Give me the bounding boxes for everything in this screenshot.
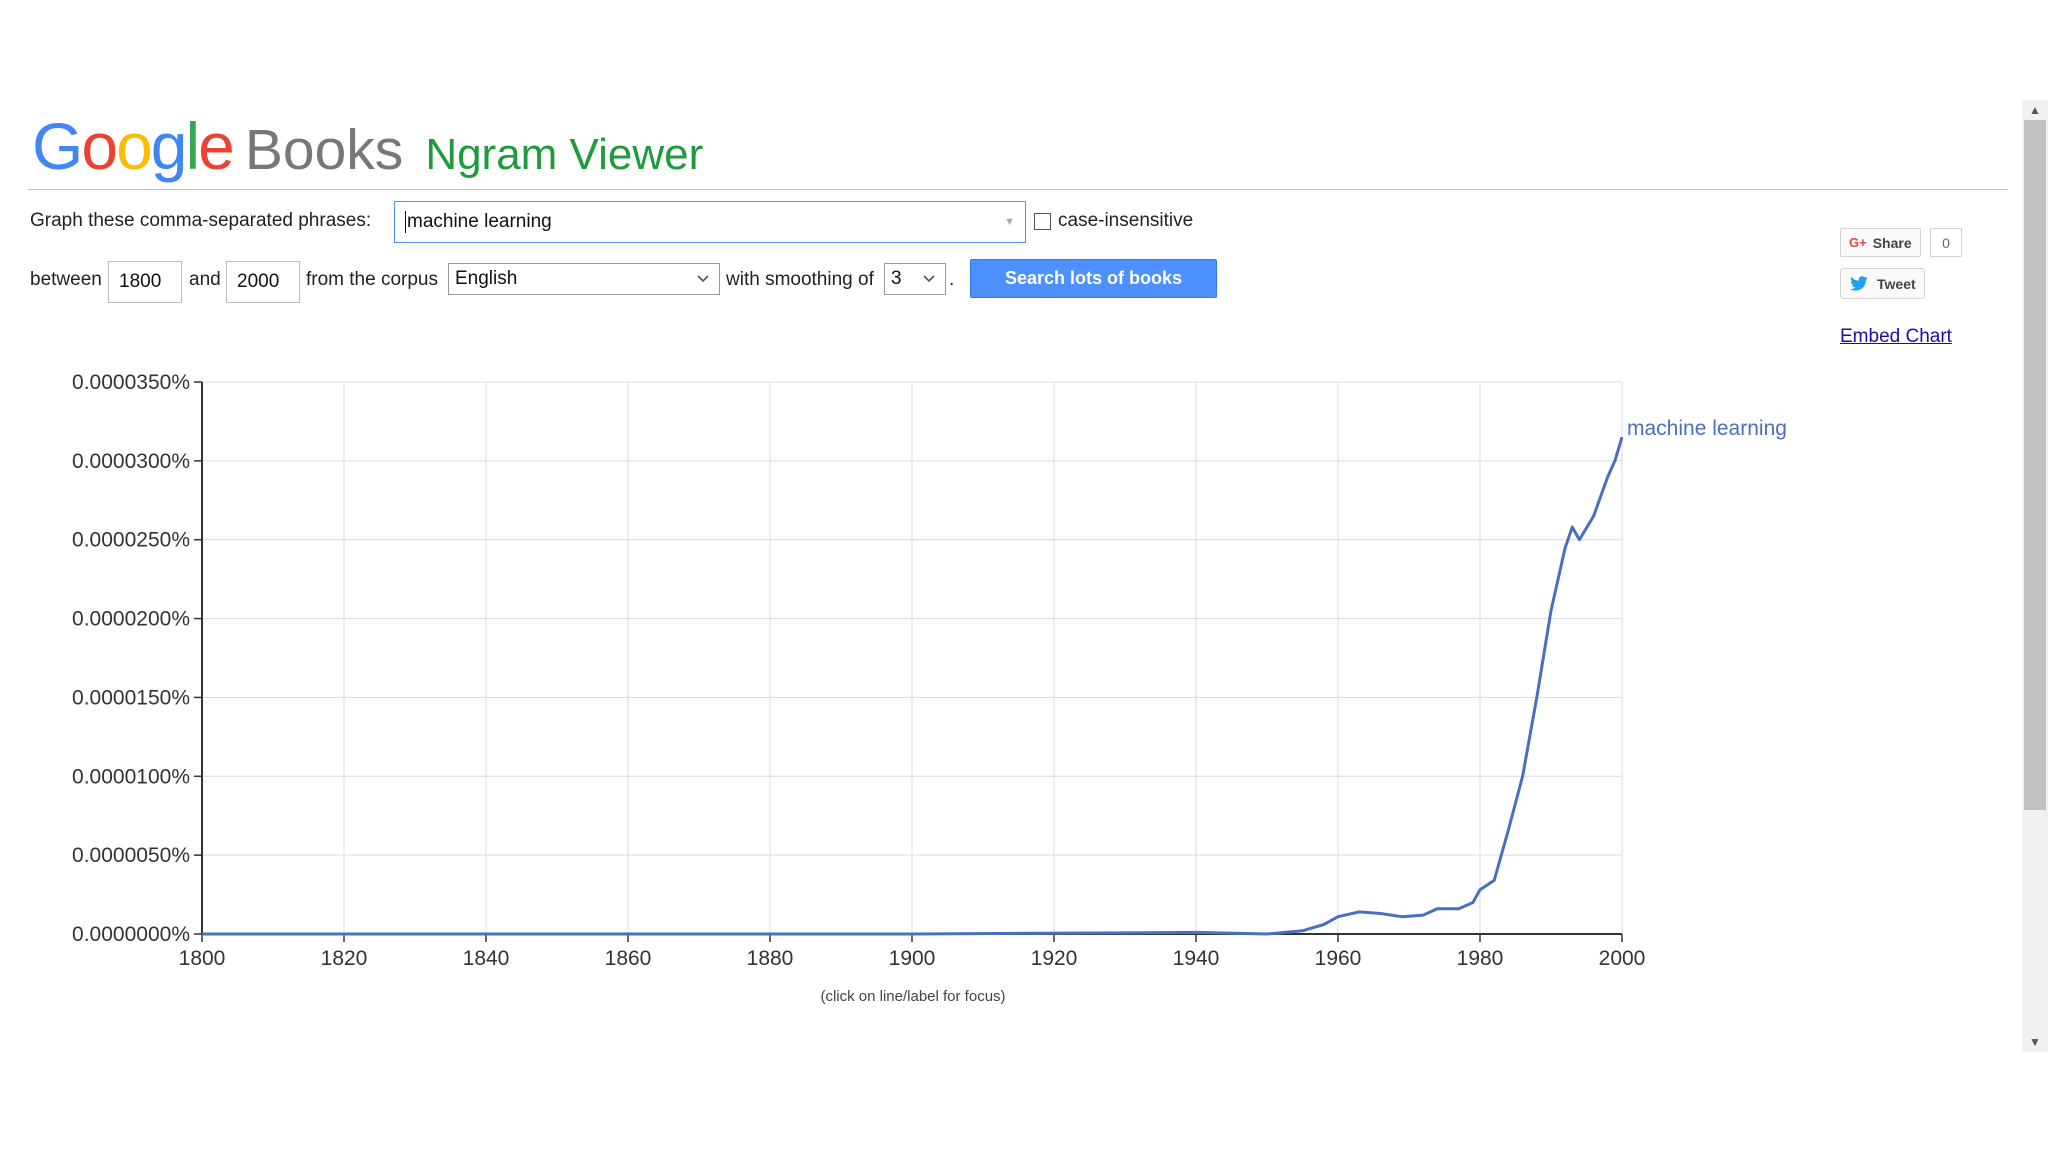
chart-series: machine learning [202, 417, 1787, 936]
x-tick-label: 1860 [605, 947, 652, 970]
scrollbar-thumb[interactable] [2024, 120, 2046, 810]
x-tick-label: 1900 [889, 947, 936, 970]
x-tick-label: 1820 [321, 947, 368, 970]
x-axis-tick-labels: 1800 1820 1840 1860 1880 1900 1920 1940 1960 1980… [179, 947, 1646, 970]
series-label[interactable]: machine learning [1627, 417, 1787, 440]
y-tick-label: 0.0000200% [72, 608, 190, 631]
x-tick-label: 1940 [1173, 947, 1220, 970]
scroll-down-arrow-icon[interactable]: ▼ [2022, 1032, 2048, 1052]
y-tick-label: 0.0000250% [72, 529, 190, 552]
x-tick-label: 1800 [179, 947, 226, 970]
x-tick-label: 1980 [1457, 947, 1504, 970]
x-tick-label: 2000 [1599, 947, 1646, 970]
x-tick-label: 1920 [1031, 947, 1078, 970]
y-tick-label: 0.0000100% [72, 765, 190, 788]
y-tick-label: 0.0000300% [72, 450, 190, 473]
x-tick-label: 1960 [1315, 947, 1362, 970]
scroll-up-arrow-icon[interactable]: ▲ [2022, 100, 2048, 120]
chart-grid [201, 381, 1623, 935]
y-axis-tick-labels: 0.0000000% 0.0000050% 0.0000100% 0.0000150%… [72, 371, 190, 946]
y-tick-label: 0.0000350% [72, 371, 190, 394]
ngram-chart[interactable]: 0.0000000% 0.0000050% 0.0000100% 0.0000150%… [0, 0, 2048, 1152]
chart-footnote: (click on line/label for focus) [820, 988, 1005, 1005]
y-tick-label: 0.0000150% [72, 686, 190, 709]
y-tick-label: 0.0000000% [72, 923, 190, 946]
y-tick-label: 0.0000050% [72, 844, 190, 867]
chart-axes [194, 381, 1623, 942]
x-tick-label: 1840 [463, 947, 510, 970]
x-tick-label: 1880 [747, 947, 794, 970]
